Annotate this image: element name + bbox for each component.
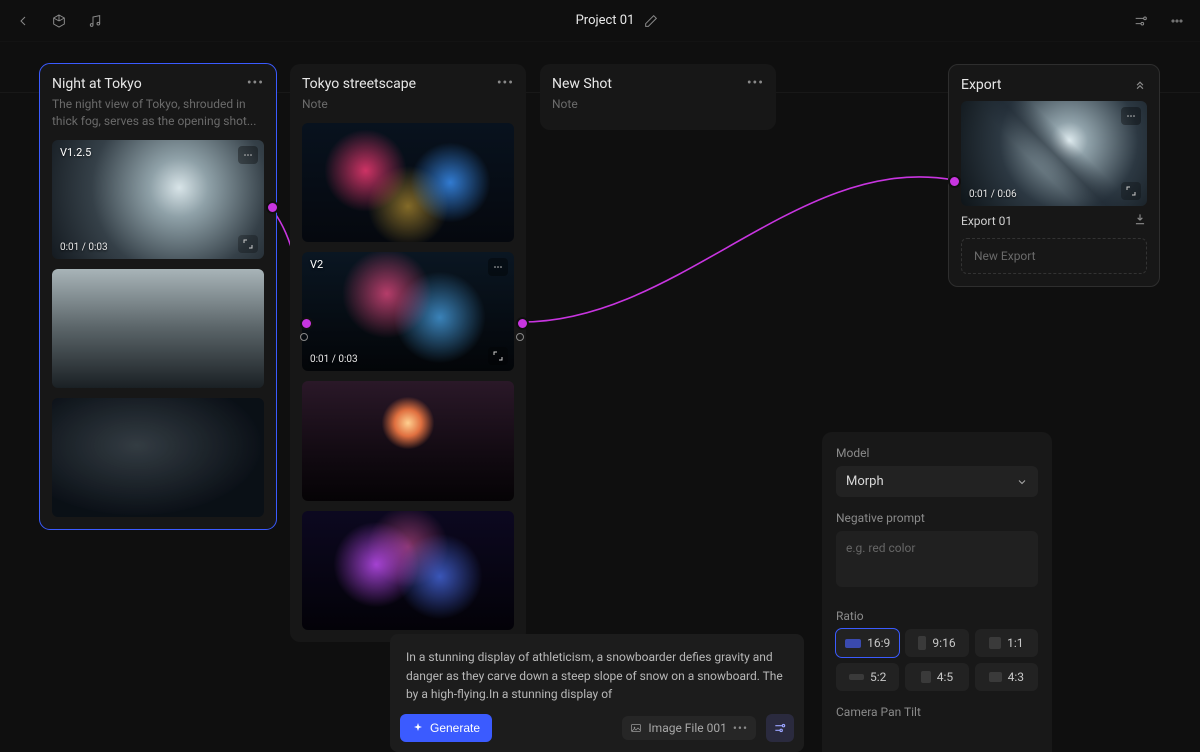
clip-thumbnail[interactable] <box>52 269 264 388</box>
ratio-option-4-3[interactable]: 4:3 <box>975 663 1038 691</box>
expand-icon[interactable] <box>238 235 258 253</box>
input-port[interactable] <box>948 175 961 188</box>
export-thumbnail[interactable]: 0:01 / 0:06 <box>961 101 1147 206</box>
model-value: Morph <box>846 474 884 489</box>
clip-thumbnail[interactable] <box>302 123 514 242</box>
card-more-icon[interactable]: ••• <box>747 76 764 90</box>
card-more-icon[interactable]: ••• <box>247 76 264 90</box>
open-port[interactable] <box>300 333 308 341</box>
ratio-option-9-16[interactable]: 9:16 <box>905 629 968 657</box>
generation-settings-panel: Model Morph Negative prompt Ratio 16:9 9… <box>822 432 1052 752</box>
cube-icon[interactable] <box>50 12 68 30</box>
clip-thumbnail[interactable]: V2 0:01 / 0:03 <box>302 252 514 371</box>
shot-card-night[interactable]: Night at Tokyo ••• The night view of Tok… <box>40 64 276 529</box>
attachment-chip[interactable]: Image File 001 ••• <box>622 716 756 740</box>
ratio-option-1-1[interactable]: 1:1 <box>975 629 1038 657</box>
ratio-option-16-9[interactable]: 16:9 <box>836 629 899 657</box>
expand-icon[interactable] <box>488 347 508 365</box>
prompt-panel: In a stunning display of athleticism, a … <box>390 634 804 752</box>
settings-sliders-icon[interactable] <box>1132 12 1150 30</box>
negative-prompt-input[interactable] <box>836 531 1038 587</box>
card-title: New Shot <box>552 76 612 92</box>
version-badge: V2 <box>310 258 323 271</box>
clip-more-icon[interactable] <box>1121 107 1141 125</box>
clip-more-icon[interactable] <box>238 146 258 164</box>
clip-time: 0:01 / 0:03 <box>60 242 108 253</box>
export-time: 0:01 / 0:06 <box>969 189 1017 200</box>
collapse-icon[interactable] <box>1133 77 1147 95</box>
clip-thumbnail[interactable] <box>52 398 264 517</box>
edit-title-icon[interactable] <box>642 12 660 30</box>
output-port[interactable] <box>266 201 279 214</box>
clip-thumbnail[interactable] <box>302 381 514 500</box>
negative-prompt-label: Negative prompt <box>836 511 1038 525</box>
ratio-label: Ratio <box>836 609 1038 623</box>
export-card[interactable]: Export 0:01 / 0:06 Export 01 New Export <box>948 64 1160 287</box>
prompt-text[interactable]: In a stunning display of athleticism, a … <box>390 634 804 714</box>
input-port[interactable] <box>300 317 313 330</box>
card-subtitle: Note <box>302 96 514 113</box>
download-icon[interactable] <box>1133 212 1147 230</box>
back-button[interactable] <box>14 12 32 30</box>
ratio-option-4-5[interactable]: 4:5 <box>905 663 968 691</box>
attachment-more-icon[interactable]: ••• <box>733 722 748 734</box>
card-subtitle: Note <box>552 96 764 113</box>
generate-button[interactable]: Generate <box>400 714 492 742</box>
export-title: Export <box>961 77 1001 93</box>
music-icon[interactable] <box>86 12 104 30</box>
card-more-icon[interactable]: ••• <box>497 76 514 90</box>
card-title: Tokyo streetscape <box>302 76 416 92</box>
chevron-down-icon <box>1016 476 1028 488</box>
card-description: The night view of Tokyo, shrouded in thi… <box>52 96 264 130</box>
adjust-button[interactable] <box>766 714 794 742</box>
attachment-name: Image File 001 <box>648 721 726 735</box>
clip-more-icon[interactable] <box>488 258 508 276</box>
shot-card-streetscape[interactable]: Tokyo streetscape ••• Note V2 0:01 / 0:0… <box>290 64 526 642</box>
output-port[interactable] <box>516 317 529 330</box>
expand-icon[interactable] <box>1121 182 1141 200</box>
export-item-name: Export 01 <box>961 214 1012 228</box>
camera-label: Camera Pan Tilt <box>836 705 1038 719</box>
shot-card-new[interactable]: New Shot ••• Note <box>540 64 776 130</box>
generate-label: Generate <box>430 721 480 735</box>
project-title: Project 01 <box>576 13 635 28</box>
clip-thumbnail[interactable] <box>302 511 514 630</box>
more-menu-icon[interactable] <box>1168 12 1186 30</box>
ratio-option-5-2[interactable]: 5:2 <box>836 663 899 691</box>
new-export-button[interactable]: New Export <box>961 238 1147 274</box>
clip-thumbnail[interactable]: V1.2.5 0:01 / 0:03 <box>52 140 264 259</box>
open-port[interactable] <box>516 333 524 341</box>
model-label: Model <box>836 446 1038 460</box>
clip-time: 0:01 / 0:03 <box>310 354 358 365</box>
version-badge: V1.2.5 <box>60 146 91 159</box>
card-title: Night at Tokyo <box>52 76 142 92</box>
model-select[interactable]: Morph <box>836 466 1038 497</box>
